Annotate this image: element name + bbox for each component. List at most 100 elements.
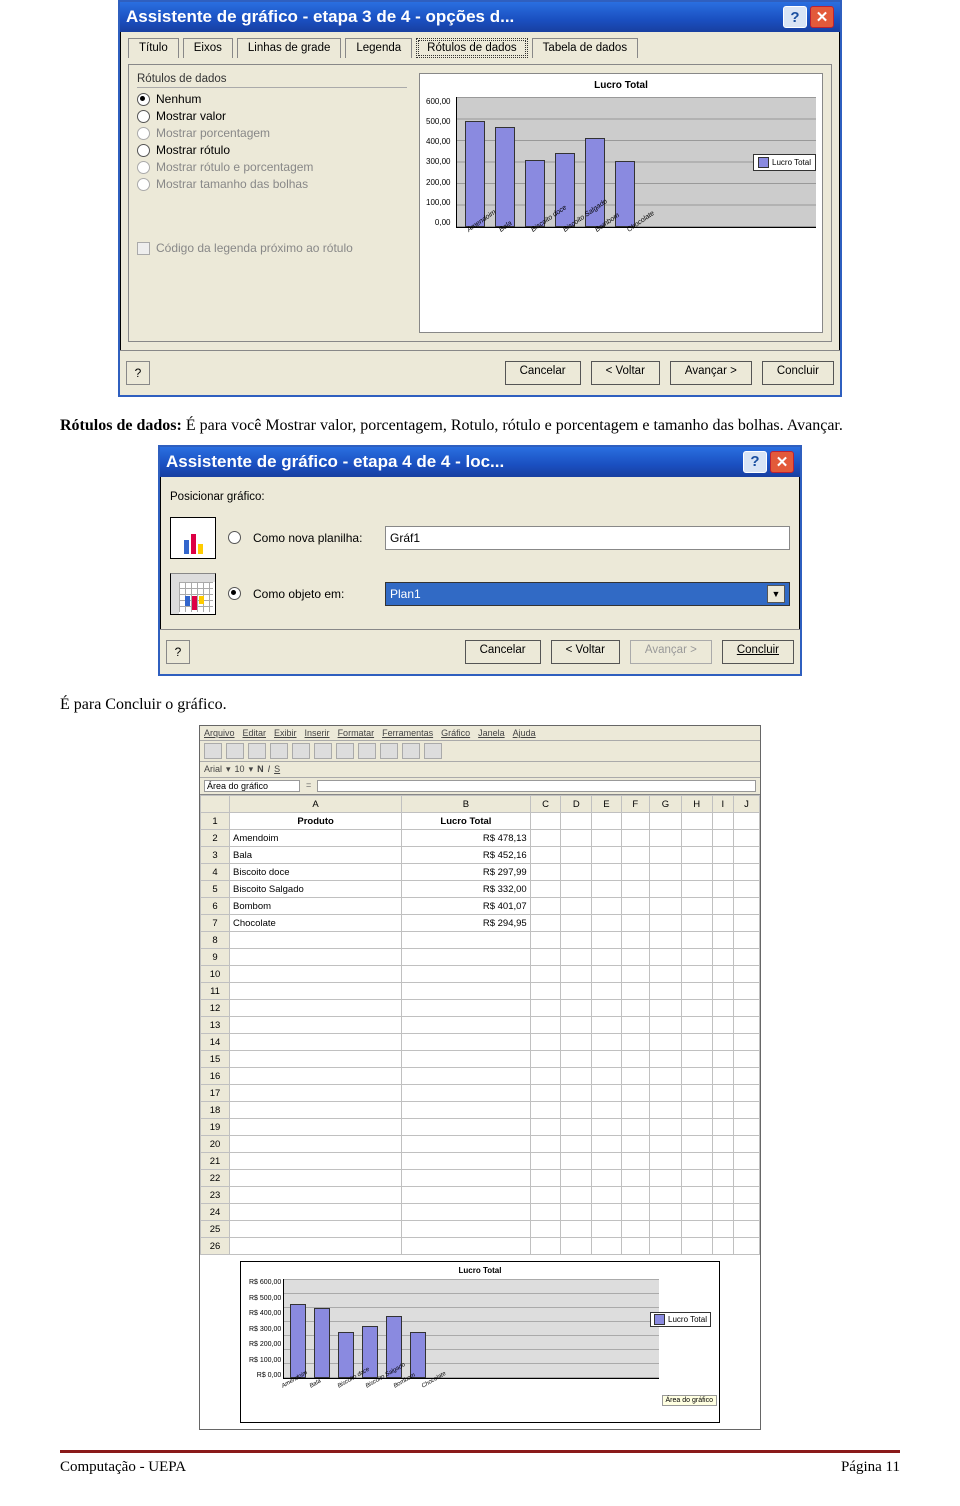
menu-arquivo[interactable]: Arquivo <box>204 728 235 738</box>
cell[interactable] <box>650 830 682 847</box>
cell[interactable] <box>230 1051 402 1068</box>
cell[interactable] <box>592 1119 622 1136</box>
toolbar-icon[interactable] <box>270 743 288 759</box>
col-header[interactable]: J <box>733 796 759 813</box>
cell[interactable] <box>230 1102 402 1119</box>
cell[interactable] <box>733 813 759 830</box>
cell[interactable] <box>530 1068 561 1085</box>
cell[interactable] <box>621 1017 649 1034</box>
menu-gráfico[interactable]: Gráfico <box>441 728 470 738</box>
cell[interactable] <box>621 1204 649 1221</box>
cell[interactable] <box>530 932 561 949</box>
cell[interactable] <box>530 1051 561 1068</box>
cell[interactable] <box>681 1238 712 1255</box>
row-header[interactable]: 7 <box>201 915 230 932</box>
cell[interactable] <box>402 1085 530 1102</box>
cell[interactable] <box>530 1017 561 1034</box>
tab-rótulos-de-dados[interactable]: Rótulos de dados <box>416 38 528 58</box>
cell[interactable] <box>530 1221 561 1238</box>
cell[interactable] <box>230 1187 402 1204</box>
cell[interactable] <box>561 1119 592 1136</box>
cell[interactable] <box>650 1170 682 1187</box>
cell[interactable] <box>230 1153 402 1170</box>
radio-icon[interactable] <box>228 531 241 544</box>
cell[interactable] <box>733 1051 759 1068</box>
toolbar-icon[interactable] <box>358 743 376 759</box>
cell[interactable] <box>681 1136 712 1153</box>
next-button[interactable]: Avançar > <box>670 361 752 385</box>
cell[interactable] <box>681 881 712 898</box>
cell[interactable] <box>712 1238 733 1255</box>
cancel-button[interactable]: Cancelar <box>505 361 581 385</box>
cell[interactable] <box>530 898 561 915</box>
cell[interactable] <box>621 1051 649 1068</box>
cell[interactable] <box>402 966 530 983</box>
back-button[interactable]: < Voltar <box>551 640 620 664</box>
cell[interactable] <box>712 983 733 1000</box>
cell[interactable] <box>561 1221 592 1238</box>
cell[interactable] <box>712 1204 733 1221</box>
cell[interactable] <box>402 1051 530 1068</box>
cell[interactable] <box>650 1119 682 1136</box>
row-header[interactable]: 2 <box>201 830 230 847</box>
cell[interactable] <box>681 1221 712 1238</box>
cell[interactable] <box>650 966 682 983</box>
name-box[interactable] <box>204 780 300 792</box>
cell[interactable] <box>712 1102 733 1119</box>
toolbar-icon[interactable] <box>424 743 442 759</box>
cell[interactable] <box>650 915 682 932</box>
cell[interactable] <box>733 1000 759 1017</box>
cell[interactable] <box>712 1034 733 1051</box>
cell[interactable] <box>230 1170 402 1187</box>
cell[interactable] <box>592 864 622 881</box>
cell[interactable] <box>733 864 759 881</box>
radio-nenhum[interactable]: Nenhum <box>137 92 407 106</box>
cell[interactable] <box>650 932 682 949</box>
cell[interactable] <box>712 1221 733 1238</box>
cell[interactable] <box>402 1204 530 1221</box>
cell[interactable] <box>712 898 733 915</box>
col-header[interactable]: G <box>650 796 682 813</box>
row-header[interactable]: 9 <box>201 949 230 966</box>
cell[interactable] <box>681 1153 712 1170</box>
col-header[interactable]: C <box>530 796 561 813</box>
cell[interactable] <box>733 932 759 949</box>
cell[interactable] <box>650 1238 682 1255</box>
cell[interactable] <box>650 898 682 915</box>
row-header[interactable]: 20 <box>201 1136 230 1153</box>
cell[interactable] <box>621 1153 649 1170</box>
cell[interactable] <box>650 1051 682 1068</box>
cell[interactable] <box>230 932 402 949</box>
cell[interactable] <box>712 1119 733 1136</box>
cell[interactable] <box>592 1034 622 1051</box>
cell[interactable] <box>681 1102 712 1119</box>
cell[interactable] <box>402 983 530 1000</box>
cell[interactable] <box>681 1187 712 1204</box>
cell[interactable] <box>650 1068 682 1085</box>
cell[interactable] <box>712 966 733 983</box>
cell[interactable] <box>230 1136 402 1153</box>
back-button[interactable]: < Voltar <box>591 361 660 385</box>
cell[interactable] <box>733 1187 759 1204</box>
cell[interactable] <box>681 1034 712 1051</box>
menu-formatar[interactable]: Formatar <box>338 728 375 738</box>
cell[interactable] <box>230 1000 402 1017</box>
option-as-object[interactable]: Como objeto em: Plan1 ▼ <box>170 573 790 615</box>
context-help-button[interactable]: ? <box>126 361 150 385</box>
cell[interactable] <box>650 949 682 966</box>
toolbar-icon[interactable] <box>226 743 244 759</box>
cell[interactable] <box>681 1000 712 1017</box>
cell[interactable] <box>733 1085 759 1102</box>
target-sheet-combo[interactable]: Plan1 ▼ <box>385 582 790 606</box>
cell[interactable] <box>712 1136 733 1153</box>
cell[interactable] <box>650 1187 682 1204</box>
cell[interactable]: R$ 297,99 <box>402 864 530 881</box>
row-header[interactable]: 4 <box>201 864 230 881</box>
cell[interactable] <box>681 932 712 949</box>
toolbar-icon[interactable] <box>248 743 266 759</box>
row-header[interactable]: 6 <box>201 898 230 915</box>
cell[interactable] <box>402 1017 530 1034</box>
row-header[interactable]: 14 <box>201 1034 230 1051</box>
tab-linhas-de-grade[interactable]: Linhas de grade <box>237 38 341 58</box>
cell[interactable] <box>733 915 759 932</box>
